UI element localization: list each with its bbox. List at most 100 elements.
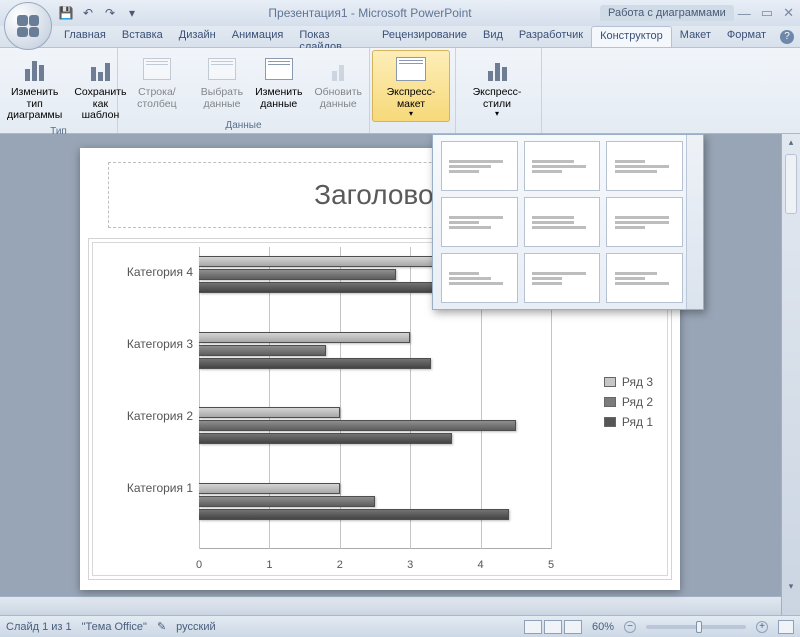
quick-layout-label: Экспресс-макет: [377, 87, 445, 110]
dropdown-arrow-icon: ▾: [409, 110, 413, 119]
quick-styles-icon: [481, 53, 513, 85]
legend-swatch-2: [604, 397, 616, 407]
close-button[interactable]: ✕: [783, 5, 794, 21]
tab-review[interactable]: Рецензирование: [374, 26, 475, 47]
tab-constructor[interactable]: Конструктор: [591, 26, 672, 47]
switch-row-col-button[interactable]: Строка/столбец: [120, 50, 194, 113]
quick-layout-gallery[interactable]: ▴ ▾: [432, 134, 704, 310]
spellcheck-icon[interactable]: ✎: [157, 620, 166, 633]
template-icon: [84, 53, 116, 85]
quick-access-toolbar: 💾 ↶ ↷ ▾: [58, 0, 140, 26]
slide-counter: Слайд 1 из 1: [6, 621, 72, 633]
tab-insert[interactable]: Вставка: [114, 26, 171, 47]
scroll-down-icon[interactable]: ▾: [786, 581, 796, 593]
help-icon[interactable]: ?: [780, 30, 794, 44]
tab-design[interactable]: Дизайн: [171, 26, 224, 47]
layout-thumb-9[interactable]: [606, 253, 683, 303]
tab-developer[interactable]: Разработчик: [511, 26, 591, 47]
legend-swatch-3: [604, 377, 616, 387]
axis-category-1: Категория 1: [103, 481, 193, 495]
office-logo-icon: [17, 15, 39, 37]
title-bar: 💾 ↶ ↷ ▾ Презентация1 - Microsoft PowerPo…: [0, 0, 800, 26]
layout-thumb-7[interactable]: [441, 253, 518, 303]
axis-xtick: 1: [266, 559, 272, 571]
tab-slideshow[interactable]: Показ слайдов: [291, 26, 374, 47]
axis-xtick: 5: [548, 559, 554, 571]
zoom-value[interactable]: 60%: [592, 621, 614, 633]
zoom-slider-thumb[interactable]: [696, 621, 702, 633]
quick-styles-label: Экспресс-стили: [463, 87, 531, 110]
contextual-tab-label: Работа с диаграммами: [600, 5, 734, 21]
refresh-data-label: Обновить данные: [314, 87, 362, 110]
tab-layout[interactable]: Макет: [672, 26, 719, 47]
refresh-data-button[interactable]: Обновить данные: [309, 50, 367, 113]
vertical-scrollbar-thumb[interactable]: [785, 154, 797, 214]
quick-layout-icon: [395, 53, 427, 85]
layout-thumb-2[interactable]: [524, 141, 601, 191]
tab-format[interactable]: Формат: [719, 26, 774, 47]
zoom-out-button[interactable]: −: [624, 621, 636, 633]
slideshow-view-button[interactable]: [564, 620, 582, 634]
axis-category-4: Категория 4: [103, 265, 193, 279]
layout-thumb-1[interactable]: [441, 141, 518, 191]
quick-layout-button[interactable]: Экспресс-макет ▾: [372, 50, 450, 122]
gallery-scroll-down-icon[interactable]: ▾: [690, 296, 700, 305]
legend-swatch-1: [604, 417, 616, 427]
axis-category-3: Категория 3: [103, 337, 193, 351]
layout-thumb-6[interactable]: [606, 197, 683, 247]
chart-bar: [199, 433, 452, 444]
ribbon-group-data: Строка/столбец Выбрать данные Изменить д…: [118, 48, 370, 133]
chart-bar: [199, 407, 340, 418]
change-chart-type-label: Изменить тип диаграммы: [7, 87, 62, 122]
tab-home[interactable]: Главная: [56, 26, 114, 47]
fit-to-window-button[interactable]: [778, 620, 794, 634]
scroll-up-icon[interactable]: ▴: [786, 137, 796, 149]
zoom-slider[interactable]: [646, 625, 746, 629]
bar-chart-icon: [19, 53, 51, 85]
edit-data-label: Изменить данные: [255, 87, 302, 110]
office-button[interactable]: [4, 2, 52, 50]
minimize-button[interactable]: —: [738, 6, 751, 21]
axis-category-2: Категория 2: [103, 409, 193, 423]
app-window: 💾 ↶ ↷ ▾ Презентация1 - Microsoft PowerPo…: [0, 0, 800, 637]
normal-view-button[interactable]: [524, 620, 542, 634]
ribbon-group-quick-layout: Экспресс-макет ▾: [370, 48, 456, 133]
group-data-label: Данные: [120, 119, 367, 133]
switch-label: Строка/столбец: [125, 87, 189, 110]
edit-data-button[interactable]: Изменить данные: [250, 50, 307, 113]
language-label[interactable]: русский: [176, 621, 215, 633]
chart-bar: [199, 483, 340, 494]
layout-thumb-8[interactable]: [524, 253, 601, 303]
axis-xtick: 4: [478, 559, 484, 571]
legend-row-3: Ряд 3: [622, 375, 653, 389]
chart-legend: Ряд 3 Ряд 2 Ряд 1: [604, 369, 653, 435]
layout-thumb-3[interactable]: [606, 141, 683, 191]
tab-view[interactable]: Вид: [475, 26, 511, 47]
layout-thumb-4[interactable]: [441, 197, 518, 247]
sorter-view-button[interactable]: [544, 620, 562, 634]
edit-data-icon: [263, 53, 295, 85]
axis-xtick: 3: [407, 559, 413, 571]
change-chart-type-button[interactable]: Изменить тип диаграммы: [2, 50, 67, 125]
chart-bar: [199, 496, 375, 507]
status-bar: Слайд 1 из 1 "Тема Office" ✎ русский 60%…: [0, 615, 800, 637]
switch-icon: [141, 53, 173, 85]
zoom-in-button[interactable]: +: [756, 621, 768, 633]
restore-button[interactable]: ▭: [761, 5, 773, 21]
select-data-icon: [206, 53, 238, 85]
tab-animation[interactable]: Анимация: [224, 26, 292, 47]
layout-thumb-5[interactable]: [524, 197, 601, 247]
gallery-scroll-up-icon[interactable]: ▴: [690, 139, 700, 148]
chart-bar: [199, 345, 326, 356]
save-icon[interactable]: 💾: [58, 5, 74, 21]
redo-icon[interactable]: ↷: [102, 5, 118, 21]
select-data-button[interactable]: Выбрать данные: [196, 50, 248, 113]
undo-icon[interactable]: ↶: [80, 5, 96, 21]
window-title: Презентация1 - Microsoft PowerPoint: [140, 6, 600, 20]
ribbon: Изменить тип диаграммы Сохранить как шаб…: [0, 48, 800, 134]
slide-title-text: Заголовок: [314, 179, 446, 211]
qat-dropdown-icon[interactable]: ▾: [124, 5, 140, 21]
quick-styles-button[interactable]: Экспресс-стили ▾: [458, 50, 536, 122]
chart-bar: [199, 420, 516, 431]
axis-xtick: 0: [196, 559, 202, 571]
